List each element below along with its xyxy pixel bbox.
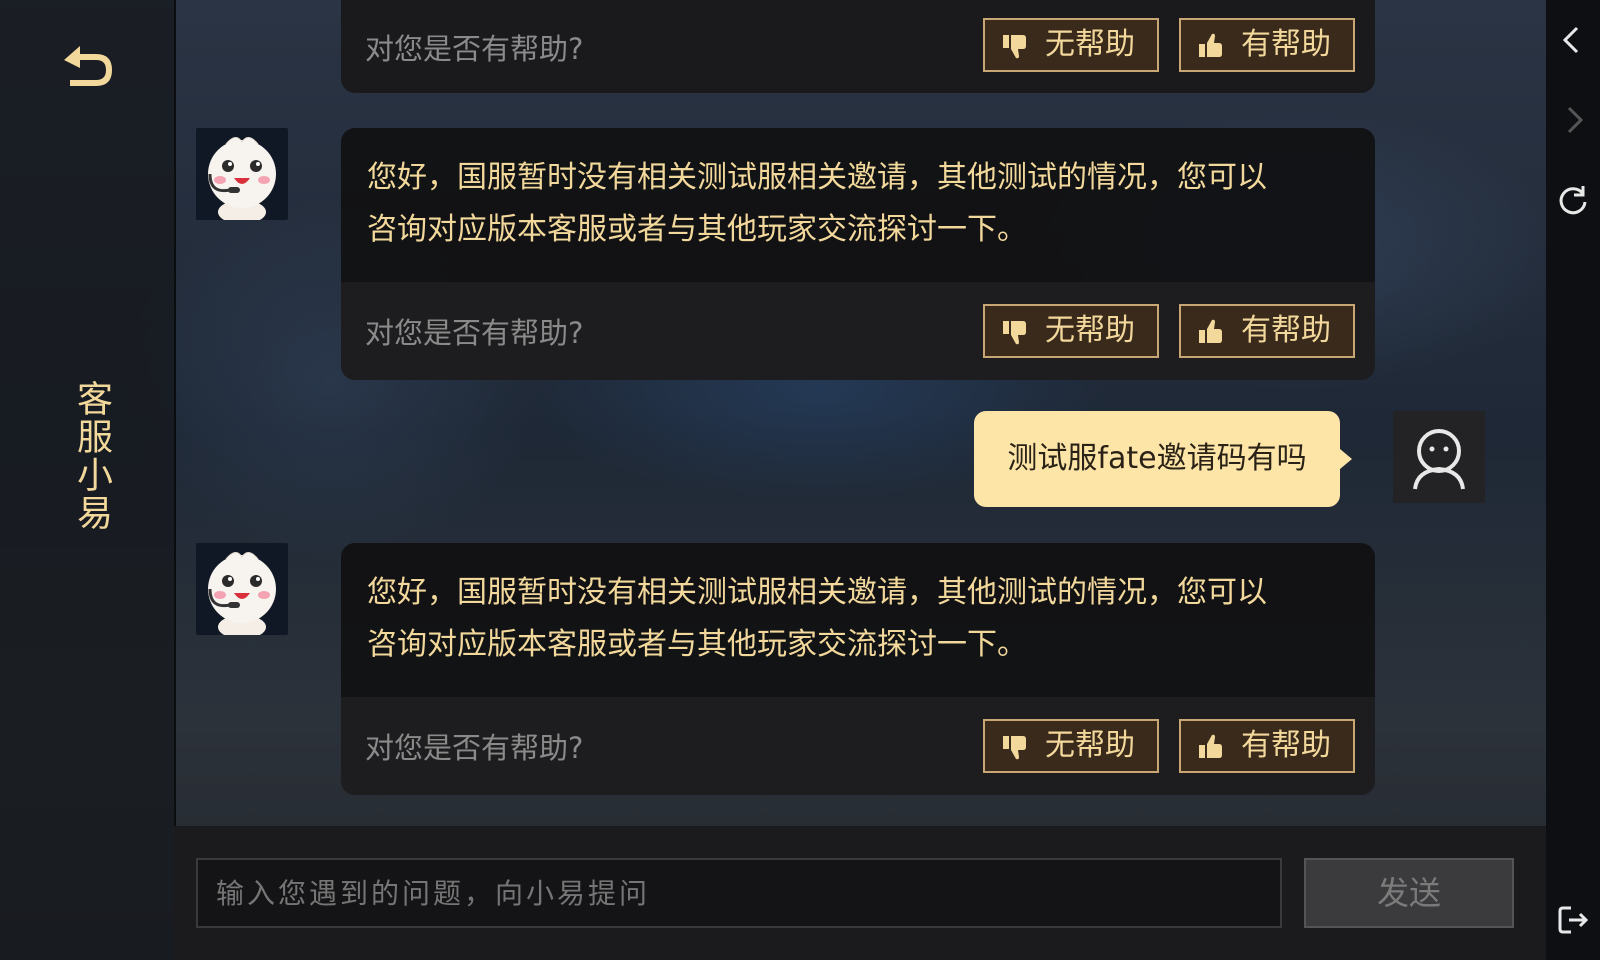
not-helpful-button[interactable]: 无帮助 [983,304,1159,358]
sidebar: 客服小易 [0,0,176,960]
not-helpful-label: 无帮助 [1045,27,1135,62]
bot-avatar [196,128,288,220]
message-card-previous: 对您是否有帮助? 无帮助 有帮助 [341,0,1375,93]
thumbs-down-icon [1003,321,1026,345]
message-line: 您好，国服暂时没有相关测试服相关邀请，其他测试的情况，您可以 [367,575,1267,610]
thumbs-up-icon [1199,319,1222,343]
send-button[interactable]: 发送 [1304,858,1514,928]
feedback-question: 对您是否有帮助? [365,731,584,765]
bot-message-card: 您好，国服暂时没有相关测试服相关邀请，其他测试的情况，您可以 咨询对应版本客服或… [341,128,1375,380]
helpful-button[interactable]: 有帮助 [1179,304,1355,358]
not-helpful-button[interactable]: 无帮助 [983,719,1159,773]
thumbs-up-icon [1199,33,1222,57]
not-helpful-label: 无帮助 [1045,728,1135,763]
helpful-label: 有帮助 [1241,313,1331,348]
user-avatar-icon [1413,429,1465,490]
input-bar: 发送 [174,826,1546,960]
chat-area[interactable]: 对您是否有帮助? 无帮助 有帮助 您好，国服暂时没有相关测试服相关邀请，其他测试… [174,0,1546,826]
helpful-button[interactable]: 有帮助 [1179,719,1355,773]
message-line: 您好，国服暂时没有相关测试服相关邀请，其他测试的情况，您可以 [367,160,1267,195]
feedback-question: 对您是否有帮助? [365,32,584,66]
exit-icon[interactable] [1557,904,1589,936]
bot-message-text: 您好，国服暂时没有相关测试服相关邀请，其他测试的情况，您可以 咨询对应版本客服或… [341,543,1375,697]
feedback-bar: 对您是否有帮助? 无帮助 有帮助 [341,282,1375,380]
feedback-bar: 对您是否有帮助? 无帮助 有帮助 [341,697,1375,795]
thumbs-down-icon [1003,35,1026,59]
helpful-label: 有帮助 [1241,27,1331,62]
right-rail [1546,0,1600,960]
bot-avatar-icon [208,552,276,635]
helpful-label: 有帮助 [1241,728,1331,763]
user-message-bubble: 测试服fate邀请码有吗 [974,411,1352,507]
not-helpful-button[interactable]: 无帮助 [983,18,1159,72]
back-button[interactable] [58,42,118,96]
helpful-button[interactable]: 有帮助 [1179,18,1355,72]
sidebar-title: 客服小易 [71,380,112,532]
chevron-right-icon[interactable] [1557,104,1589,136]
refresh-icon[interactable] [1557,184,1589,216]
message-line: 咨询对应版本客服或者与其他玩家交流探讨一下。 [367,627,1027,662]
thumbs-up-icon [1199,734,1222,758]
chevron-left-icon[interactable] [1557,24,1589,56]
bot-message-text: 您好，国服暂时没有相关测试服相关邀请，其他测试的情况，您可以 咨询对应版本客服或… [341,128,1375,282]
bot-avatar-icon [208,137,276,220]
message-line: 咨询对应版本客服或者与其他玩家交流探讨一下。 [367,212,1027,247]
bot-message-card: 您好，国服暂时没有相关测试服相关邀请，其他测试的情况，您可以 咨询对应版本客服或… [341,543,1375,795]
back-arrow-icon [64,46,112,86]
not-helpful-label: 无帮助 [1045,313,1135,348]
bot-avatar [196,543,288,635]
user-avatar [1393,411,1485,503]
thumbs-down-icon [1003,736,1026,760]
feedback-question: 对您是否有帮助? [365,316,584,350]
question-input[interactable] [196,858,1282,928]
